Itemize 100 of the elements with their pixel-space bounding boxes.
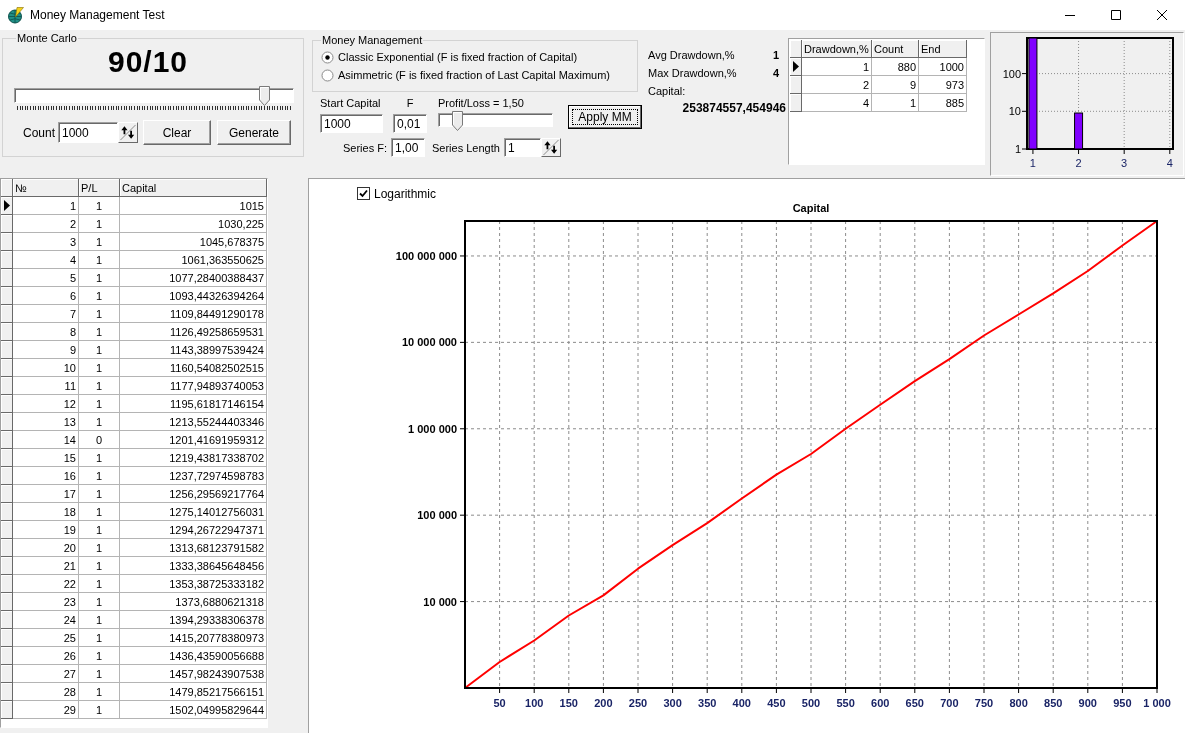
checkbox[interactable] (357, 187, 370, 200)
column-header[interactable]: Count (872, 40, 919, 58)
table-cell: 1415,20778380973 (120, 629, 267, 647)
table-cell: 1 (79, 593, 120, 611)
slider-thumb[interactable] (259, 86, 271, 106)
field-label: Series Length (432, 141, 500, 154)
table-cell: 1 (79, 341, 120, 359)
count-field[interactable]: 1000 (58, 122, 118, 143)
table-cell: 27 (13, 665, 79, 683)
table-cell: 1000 (919, 58, 967, 76)
stat-label: Max Drawdown,% (648, 67, 737, 79)
table-cell: 2 (802, 76, 872, 94)
table-cell: 973 (919, 76, 967, 94)
globe-icon (7, 6, 24, 24)
tick-label: 100 (1002, 67, 1021, 80)
table-cell: 1045,678375 (120, 233, 267, 251)
spin-button[interactable] (118, 122, 138, 143)
series-length-field[interactable]: 1 (503, 138, 541, 157)
table-cell: 1 (79, 287, 120, 305)
table-cell: 2 (13, 215, 79, 233)
table-cell: 25 (13, 629, 79, 647)
table-cell: 14 (13, 431, 79, 449)
tick-label: 10 (1008, 105, 1021, 118)
series-f-field[interactable]: 1,00 (391, 138, 425, 157)
table-cell: 1126,49258659531 (120, 323, 267, 341)
pointer-icon (4, 200, 10, 211)
tick-label: 900 (1078, 697, 1097, 709)
table-cell: 9 (872, 76, 919, 94)
pointer-icon (793, 61, 799, 72)
clear-button[interactable]: Clear (143, 120, 211, 145)
maximize-icon (1111, 10, 1121, 20)
checkbox-label: Logarithmic (374, 186, 437, 201)
table-cell: 1015 (120, 197, 267, 215)
ratio-label: 90/10 (106, 45, 190, 79)
window-title: Money Management Test (30, 7, 165, 23)
up-down-arrows-icon (120, 124, 136, 141)
table-cell: 11 (13, 377, 79, 395)
table-cell: 1457,98243907538 (120, 665, 267, 683)
table-cell: 1 (79, 305, 120, 323)
apply-button[interactable]: Apply MM (568, 105, 642, 129)
tick-label: 700 (940, 697, 959, 709)
table-cell: 1353,38725333182 (120, 575, 267, 593)
close-icon (1157, 10, 1167, 20)
table-cell: 22 (13, 575, 79, 593)
table-cell: 4 (802, 94, 872, 112)
table-cell: 1256,29569217764 (120, 485, 267, 503)
slider-track[interactable] (14, 88, 294, 103)
table-cell: 29 (13, 701, 79, 719)
table-cell: 3 (13, 233, 79, 251)
stat-value: 1 (772, 49, 779, 61)
generate-button[interactable]: Generate (217, 120, 291, 145)
slider-thumb[interactable] (452, 111, 464, 131)
column-header[interactable]: Capital (120, 179, 267, 197)
field-label: Start Capital (320, 97, 382, 110)
table-cell: 1 (79, 467, 120, 485)
column-header[interactable]: Drawdown,% (802, 40, 872, 58)
table-cell: 1 (79, 251, 120, 269)
table-cell: 8 (13, 323, 79, 341)
table-cell: 1502,04995829644 (120, 701, 267, 719)
radio-button[interactable] (321, 68, 334, 82)
tick-label: 100 000 (417, 509, 457, 522)
column-header[interactable]: № (13, 179, 79, 197)
table-cell: 1 (79, 683, 120, 701)
tick-label: 1 000 (1143, 697, 1171, 709)
table-cell: 1 (79, 377, 120, 395)
table-cell: 1 (79, 701, 120, 719)
column-header[interactable]: End (919, 40, 967, 58)
table-cell: 4 (13, 251, 79, 269)
radio-button[interactable] (321, 50, 334, 64)
tick-label: 1 (1014, 143, 1021, 155)
table-cell: 1 (79, 575, 120, 593)
table-cell: 1479,85217566151 (120, 683, 267, 701)
tick-label: 200 (594, 697, 613, 709)
up-down-arrows-icon (542, 139, 559, 156)
table-cell: 1213,55244403346 (120, 413, 267, 431)
group-title: Money Management (321, 34, 424, 47)
radio-label: Asimmetric (F is fixed fraction of Last Capital Maximum) (338, 69, 610, 81)
tick-label: 350 (698, 697, 717, 709)
row-header[interactable] (1, 197, 13, 215)
field-label: F (405, 97, 415, 110)
table-cell: 26 (13, 647, 79, 665)
tick-label: 800 (1009, 697, 1028, 709)
tick-label: 10 000 000 (401, 336, 457, 349)
table-cell: 16 (13, 467, 79, 485)
column-header[interactable]: P/L (79, 179, 120, 197)
table-cell: 1 (13, 197, 79, 215)
table-cell: 1061,363550625 (120, 251, 267, 269)
table-cell: 1 (79, 647, 120, 665)
table-cell: 13 (13, 413, 79, 431)
f-field[interactable]: 0,01 (393, 114, 427, 133)
chart-title: Capital (792, 202, 830, 214)
start-capital-field[interactable]: 1000 (320, 114, 383, 133)
table-cell: 1 (79, 557, 120, 575)
table-cell: 7 (13, 305, 79, 323)
table-cell: 15 (13, 449, 79, 467)
table-cell: 1 (802, 58, 872, 76)
table-cell: 1030,225 (120, 215, 267, 233)
row-header[interactable] (790, 58, 802, 76)
tick-label: 850 (1044, 697, 1063, 709)
tick-label: 650 (905, 697, 924, 709)
